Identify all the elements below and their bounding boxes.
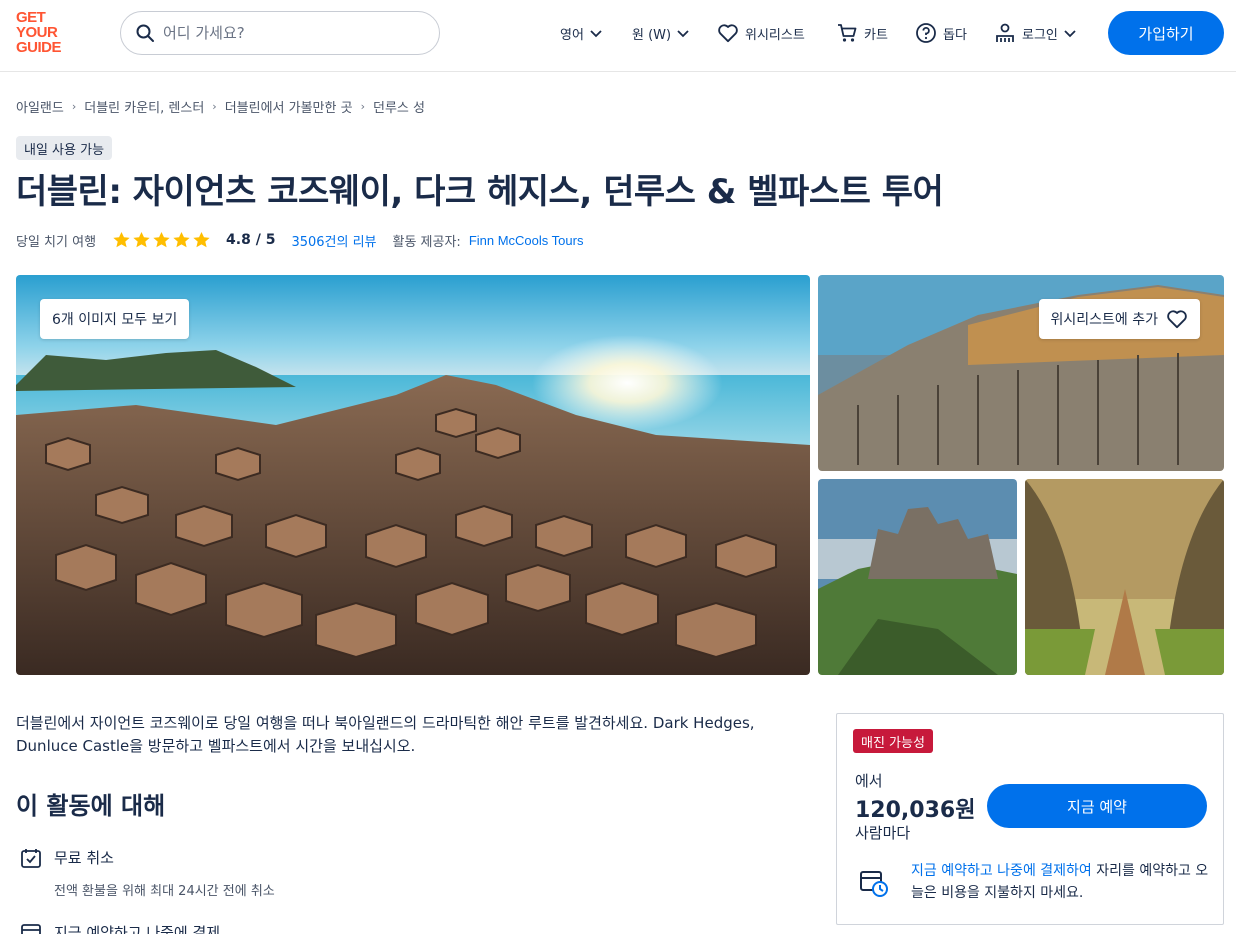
language-label: 영어	[560, 27, 584, 43]
add-to-wishlist-label: 위시리스트에 추가	[1050, 312, 1159, 328]
top-header: GET YOUR GUIDE 영어 원 (W) 위시리스트 카트 돕다 로그인 …	[0, 0, 1236, 72]
help-label: 돕다	[943, 27, 967, 43]
photo-dark-hedges[interactable]	[1025, 479, 1224, 675]
breadcrumb-item[interactable]: 아일랜드	[16, 97, 64, 116]
price-from-label: 에서	[855, 772, 883, 790]
search-input[interactable]	[163, 20, 423, 46]
cart-link[interactable]: 카트	[836, 22, 888, 44]
help-link[interactable]: 돕다	[915, 22, 967, 44]
likely-sell-out-badge: 매진 가능성	[853, 729, 933, 753]
heart-icon	[1167, 310, 1187, 329]
logo-line-2: YOUR	[16, 24, 58, 41]
breadcrumb-item[interactable]: 더블린 카운티, 렌스터	[84, 97, 204, 116]
cart-icon	[838, 24, 857, 42]
wishlist-link[interactable]: 위시리스트	[717, 22, 805, 44]
currency-selector[interactable]: 원 (W)	[632, 22, 690, 44]
wallet-icon	[21, 924, 41, 934]
photo-basalt-columns[interactable]: 위시리스트에 추가	[818, 275, 1224, 471]
chevron-right-icon: ›	[360, 99, 365, 113]
rating-stars	[112, 231, 212, 249]
cart-label: 카트	[864, 27, 888, 43]
star-icon	[113, 231, 130, 248]
search-icon	[136, 24, 154, 42]
booking-card: 매진 가능성 에서 120,036원 사람마다 지금 예약 지금 예약하고 나중…	[836, 713, 1224, 925]
login-label: 로그인	[1022, 27, 1058, 43]
star-icon	[133, 231, 150, 248]
chevron-down-icon	[1064, 30, 1076, 38]
page-title: 더블린: 자이언츠 코즈웨이, 다크 헤지스, 던루스 & 벨파스트 투어	[16, 172, 944, 212]
feature-free-cancellation-sub: 전액 환불을 위해 최대 24시간 전에 취소	[54, 884, 275, 899]
activity-category: 당일 치기 여행	[16, 234, 97, 250]
wishlist-label: 위시리스트	[745, 27, 805, 43]
main-photo-giants-causeway[interactable]: 6개 이미지 모두 보기	[16, 275, 810, 675]
currency-label: 원 (W)	[632, 27, 672, 43]
provider-link[interactable]: Finn McCools Tours	[469, 233, 584, 248]
feature-reserve-now-title: 지금 예약하고 나중에 결제	[54, 924, 221, 934]
help-icon	[916, 23, 936, 43]
login-menu[interactable]: 로그인	[994, 22, 1077, 44]
price-value: 120,036원	[855, 798, 976, 823]
dunluce-castle-photo	[818, 479, 1017, 675]
view-all-images-button[interactable]: 6개 이미지 모두 보기	[40, 299, 190, 339]
calendar-clock-icon	[860, 871, 888, 897]
language-selector[interactable]: 영어	[560, 22, 603, 44]
chevron-down-icon	[677, 30, 689, 38]
logo-line-3: GUIDE	[16, 39, 62, 56]
breadcrumb: 아일랜드 › 더블린 카운티, 렌스터 › 더블린에서 가볼만한 곳 › 던루스…	[16, 96, 425, 116]
star-icon	[153, 231, 170, 248]
breadcrumb-item[interactable]: 던루스 성	[373, 97, 425, 116]
reviews-link[interactable]: 3506건의 리뷰	[291, 231, 376, 250]
signup-button[interactable]: 가입하기	[1108, 11, 1224, 55]
logo-line-1: GET	[16, 9, 46, 26]
star-icon	[193, 231, 210, 248]
calendar-check-icon	[21, 849, 41, 868]
activity-description: 더블린에서 자이언트 코즈웨이로 당일 여행을 떠나 북아일랜드의 드라마틱한 …	[16, 714, 755, 755]
star-icon	[173, 231, 190, 248]
feature-free-cancellation-title: 무료 취소	[54, 849, 114, 867]
breadcrumb-item[interactable]: 더블린에서 가볼만한 곳	[225, 97, 353, 116]
availability-tomorrow-badge: 내일 사용 가능	[16, 136, 113, 160]
user-icon	[996, 23, 1014, 42]
photo-dunluce-castle[interactable]	[818, 479, 1017, 675]
reserve-now-pay-later-link[interactable]: 지금 예약하고 나중에 결제하여	[911, 863, 1092, 879]
getyourguide-logo[interactable]: GET YOUR GUIDE	[16, 10, 76, 58]
about-section-title: 이 활동에 대해	[16, 792, 166, 820]
search-box[interactable]	[120, 11, 440, 55]
chevron-right-icon: ›	[212, 99, 217, 113]
heart-icon	[718, 24, 738, 43]
provider-label: 활동 제공자:	[392, 234, 461, 250]
rating-value: 4.8 / 5	[226, 232, 276, 248]
book-now-button[interactable]: 지금 예약	[987, 784, 1207, 828]
activity-meta: 당일 치기 여행 4.8 / 5 3506건의 리뷰 활동 제공자: Finn …	[16, 229, 583, 251]
chevron-right-icon: ›	[71, 99, 77, 113]
price-per-person: 사람마다	[855, 824, 911, 842]
dark-hedges-photo	[1025, 479, 1224, 675]
chevron-down-icon	[590, 30, 602, 38]
reserve-now-pay-later-text: 지금 예약하고 나중에 결제하여 자리를 예약하고 오늘은 비용을 지불하지 마…	[911, 860, 1211, 904]
add-to-wishlist-button[interactable]: 위시리스트에 추가	[1038, 299, 1200, 339]
